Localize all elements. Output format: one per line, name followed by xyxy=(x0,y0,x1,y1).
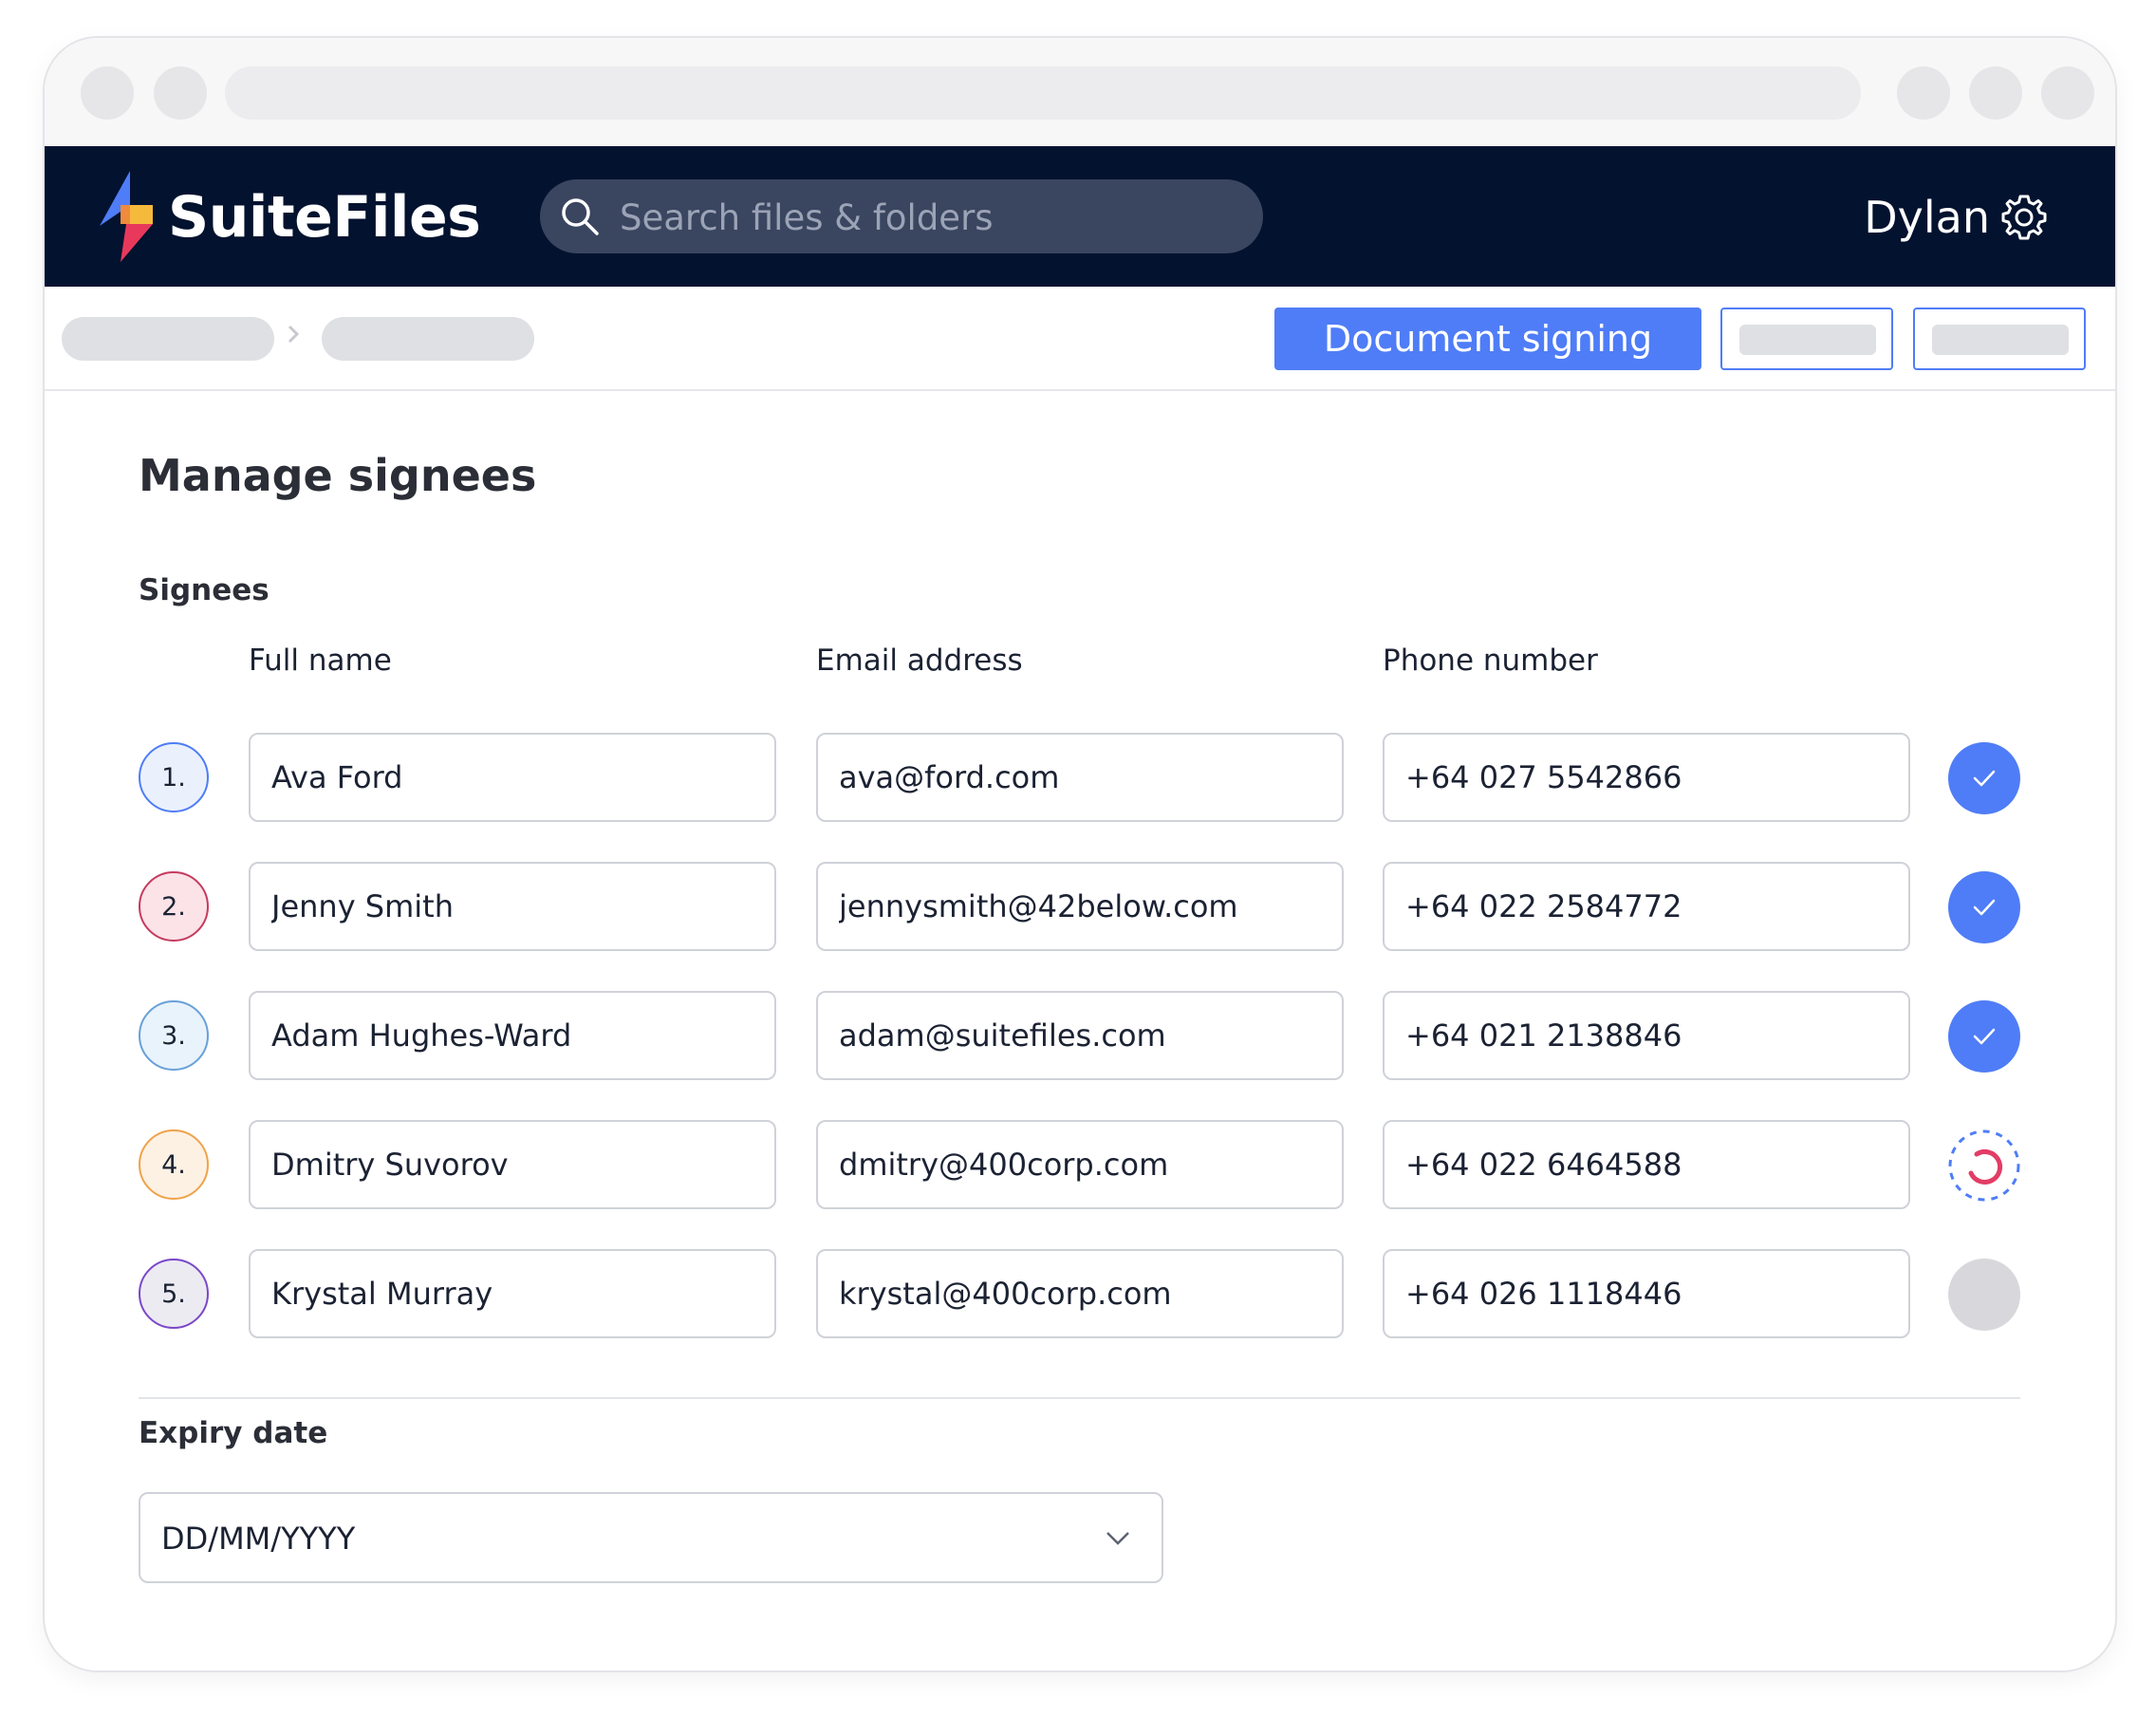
signee-name-input[interactable] xyxy=(251,864,774,949)
signees-heading: Signees xyxy=(139,573,270,607)
signee-phone-input[interactable] xyxy=(1385,735,1908,820)
chevron-down-icon[interactable] xyxy=(1103,1522,1133,1553)
signee-phone-field[interactable] xyxy=(1383,733,1910,822)
signee-order-badge: 1. xyxy=(139,742,209,812)
signee-name-field[interactable] xyxy=(249,1120,776,1209)
browser-window: SuiteFiles Dylan Document signing xyxy=(43,36,2117,1672)
signee-email-field[interactable] xyxy=(816,733,1344,822)
signee-name-field[interactable] xyxy=(249,1249,776,1338)
app-header: SuiteFiles Dylan xyxy=(45,146,2115,287)
section-divider xyxy=(139,1397,2020,1399)
button-placeholder xyxy=(1739,325,1876,355)
signee-phone-input[interactable] xyxy=(1385,1251,1908,1336)
button-placeholder xyxy=(1932,325,2069,355)
signee-phone-field[interactable] xyxy=(1383,862,1910,951)
expiry-date-value: DD/MM/YYYY xyxy=(161,1521,356,1557)
breadcrumb-item-2[interactable] xyxy=(322,317,534,361)
signee-row: 1. xyxy=(45,733,2115,824)
page-title: Manage signees xyxy=(139,450,537,501)
status-complete-icon xyxy=(1948,742,2020,814)
signee-email-input[interactable] xyxy=(818,1122,1342,1207)
signee-email-field[interactable] xyxy=(816,991,1344,1080)
window-control-close[interactable] xyxy=(81,66,134,120)
signee-email-input[interactable] xyxy=(818,993,1342,1078)
toolbar-button-2[interactable] xyxy=(1720,308,1893,370)
signee-name-input[interactable] xyxy=(251,735,774,820)
signee-order-badge: 3. xyxy=(139,1000,209,1071)
signee-email-input[interactable] xyxy=(818,735,1342,820)
signee-row: 2. xyxy=(45,862,2115,953)
signee-row: 4. xyxy=(45,1120,2115,1211)
signee-phone-field[interactable] xyxy=(1383,1249,1910,1338)
column-header-email: Email address xyxy=(816,644,1023,678)
address-bar[interactable] xyxy=(225,66,1861,120)
signee-email-field[interactable] xyxy=(816,1120,1344,1209)
signee-name-input[interactable] xyxy=(251,1122,774,1207)
status-pending-icon xyxy=(1948,1259,2020,1331)
signee-name-field[interactable] xyxy=(249,991,776,1080)
user-menu[interactable]: Dylan xyxy=(1864,184,2049,251)
expiry-date-heading: Expiry date xyxy=(139,1416,328,1450)
signee-order-badge: 4. xyxy=(139,1129,209,1200)
browser-chrome xyxy=(45,38,2115,146)
suitefiles-logo-icon xyxy=(100,171,153,262)
status-complete-icon xyxy=(1948,871,2020,943)
browser-action-2[interactable] xyxy=(1969,66,2022,120)
status-complete-icon xyxy=(1948,1000,2020,1073)
chevron-right-icon xyxy=(288,325,300,344)
signee-name-field[interactable] xyxy=(249,862,776,951)
signee-name-input[interactable] xyxy=(251,1251,774,1336)
browser-action-3[interactable] xyxy=(2041,66,2094,120)
signee-row: 3. xyxy=(45,991,2115,1082)
signee-phone-input[interactable] xyxy=(1385,864,1908,949)
signee-phone-input[interactable] xyxy=(1385,993,1908,1078)
signee-email-input[interactable] xyxy=(818,1251,1342,1336)
signee-email-field[interactable] xyxy=(816,1249,1344,1338)
brand-name[interactable]: SuiteFiles xyxy=(168,184,481,251)
user-name: Dylan xyxy=(1864,192,1990,243)
breadcrumb-item-1[interactable] xyxy=(62,317,274,361)
search-bar[interactable] xyxy=(540,179,1263,255)
search-input[interactable] xyxy=(618,179,1248,255)
search-icon xyxy=(562,198,599,235)
toolbar: Document signing xyxy=(45,287,2115,391)
gear-icon[interactable] xyxy=(1999,193,2049,242)
signee-phone-field[interactable] xyxy=(1383,991,1910,1080)
signee-order-badge: 5. xyxy=(139,1259,209,1329)
signee-email-input[interactable] xyxy=(818,864,1342,949)
window-control-minimize[interactable] xyxy=(154,66,207,120)
signee-name-field[interactable] xyxy=(249,733,776,822)
document-signing-button[interactable]: Document signing xyxy=(1274,308,1701,370)
browser-action-1[interactable] xyxy=(1897,66,1950,120)
signee-phone-field[interactable] xyxy=(1383,1120,1910,1209)
column-header-name: Full name xyxy=(249,644,392,678)
signee-name-input[interactable] xyxy=(251,993,774,1078)
signee-email-field[interactable] xyxy=(816,862,1344,951)
status-in-progress-icon xyxy=(1948,1129,2020,1202)
expiry-date-select[interactable]: DD/MM/YYYY xyxy=(139,1492,1163,1583)
signee-order-badge: 2. xyxy=(139,871,209,942)
column-header-phone: Phone number xyxy=(1383,644,1598,678)
signee-phone-input[interactable] xyxy=(1385,1122,1908,1207)
signee-row: 5. xyxy=(45,1249,2115,1340)
toolbar-button-3[interactable] xyxy=(1913,308,2086,370)
